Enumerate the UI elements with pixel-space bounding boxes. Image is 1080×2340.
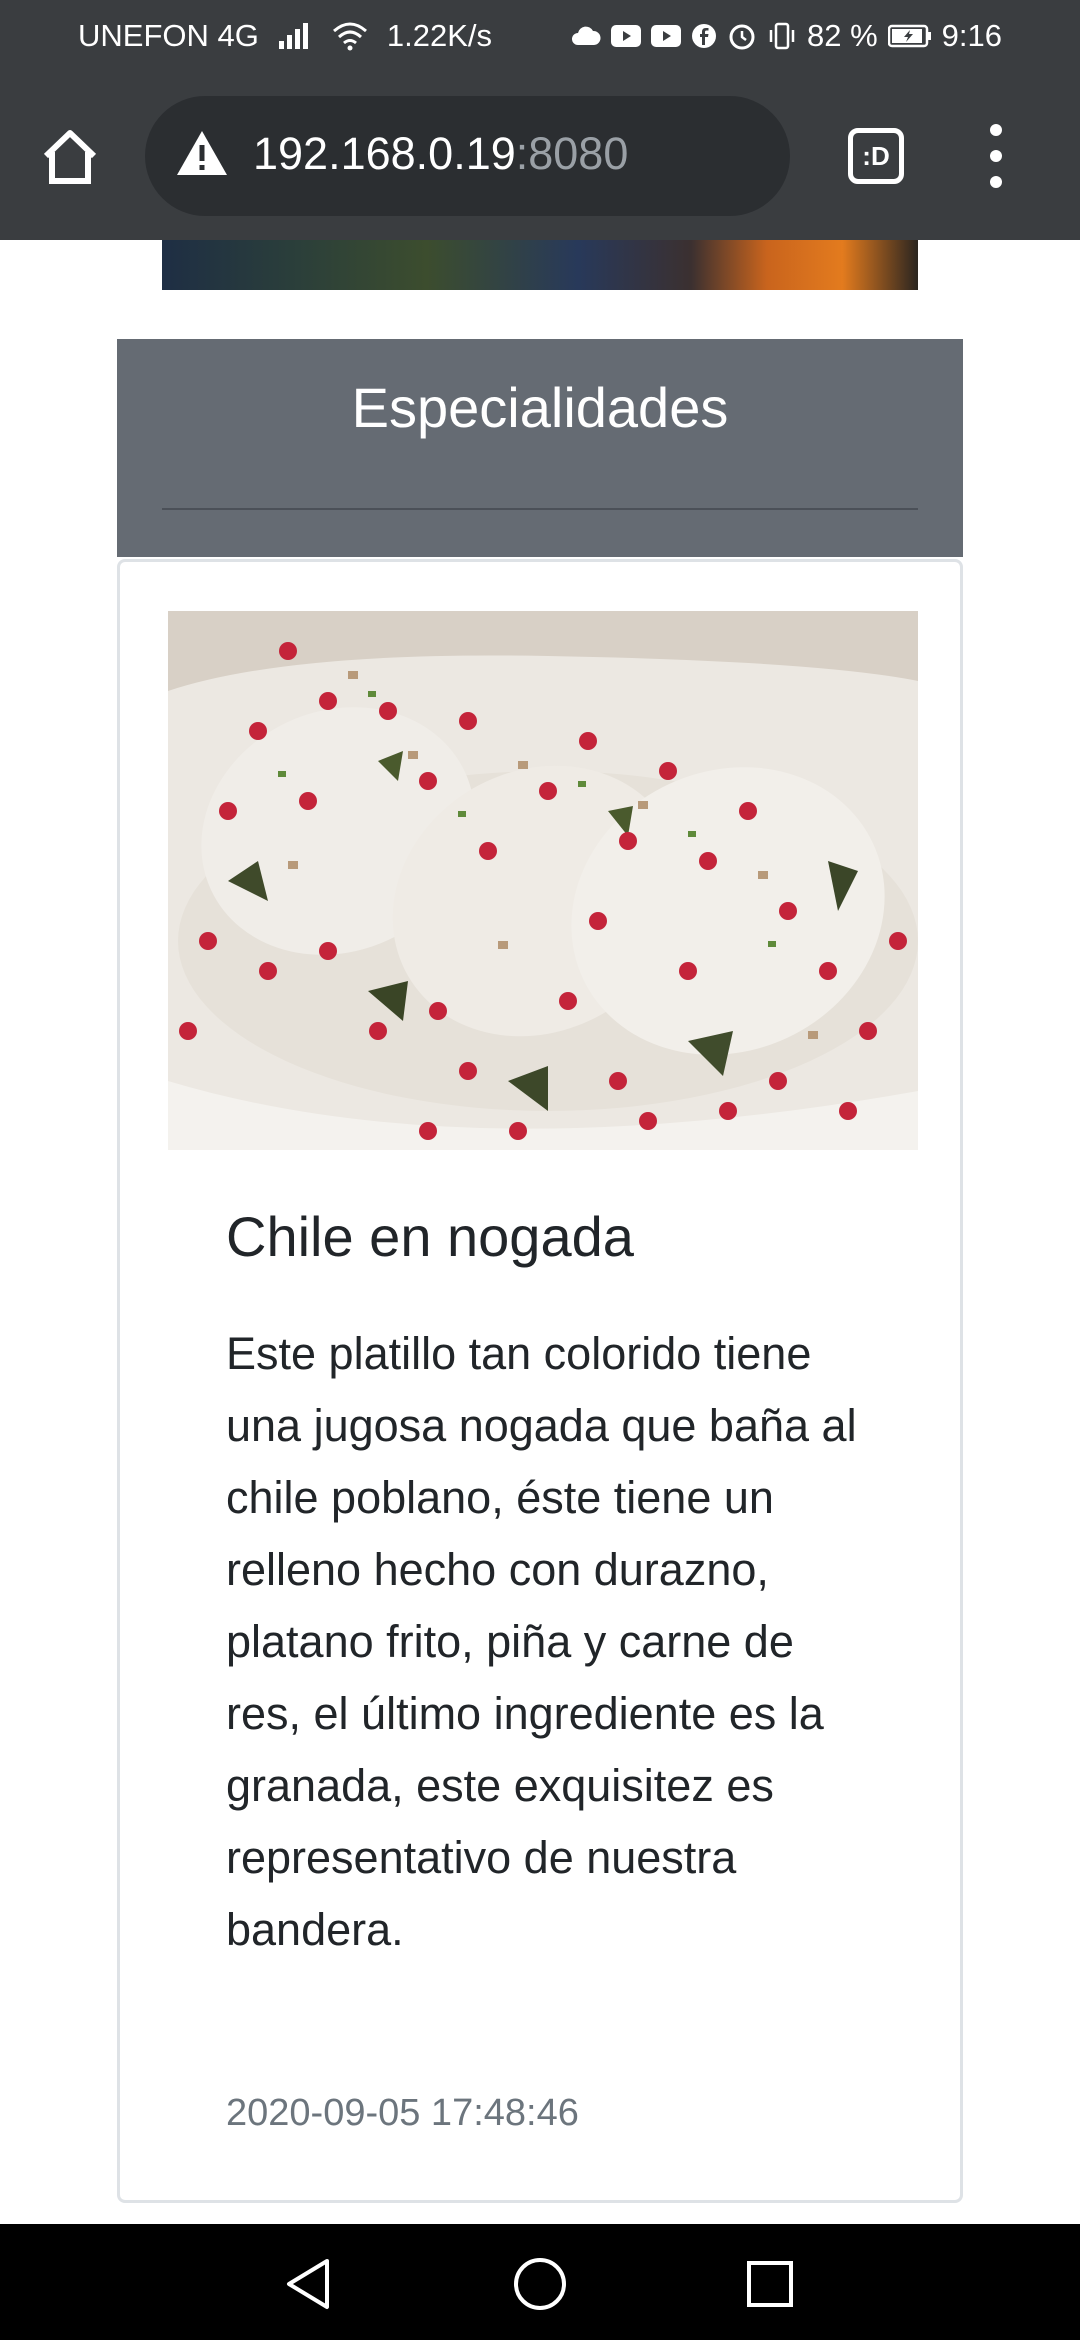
menu-dot [990, 124, 1002, 136]
recents-button[interactable] [740, 2254, 800, 2314]
wifi-icon [331, 21, 369, 51]
facebook-icon [691, 23, 717, 49]
dish-date: 2020-09-05 17:48:46 [226, 2092, 579, 2134]
tabs-button[interactable]: :D [848, 128, 904, 184]
youtube-icon [650, 25, 681, 47]
net-speed: 1.22K/s [386, 18, 492, 53]
home-button[interactable] [30, 122, 110, 192]
alarm-icon [727, 21, 757, 51]
carrier-label: UNEFON 4G [78, 18, 259, 53]
previous-image [162, 240, 918, 290]
cloud-icon [571, 25, 601, 47]
menu-dot [990, 176, 1002, 188]
overflow-menu-button[interactable] [976, 124, 1016, 188]
navigation-bar [0, 2224, 1080, 2340]
square-recents-icon [747, 2261, 793, 2307]
signal-icon [277, 21, 313, 51]
browser-toolbar: 192.168.0.19:8080 :D [0, 72, 1080, 240]
status-left: UNEFON 4G 1.22K/s [78, 18, 492, 54]
status-bar: UNEFON 4G 1.22K/s 82 % 9:16 [0, 0, 1080, 72]
url-port: :8080 [515, 128, 629, 179]
circle-home-icon [514, 2258, 566, 2310]
dish-description: Este platillo tan colorido tiene una jug… [226, 1328, 857, 1955]
dish-card: Chile en nogada Este platillo tan colori… [117, 559, 963, 2203]
battery-percent: 82 % [806, 18, 878, 53]
home-icon [43, 130, 97, 184]
battery-icon [887, 24, 932, 48]
youtube-icon [610, 25, 641, 47]
home-nav-button[interactable] [510, 2254, 570, 2314]
clock: 9:16 [941, 18, 1002, 53]
dish-image [168, 611, 918, 1150]
tabs-label: :D [862, 140, 890, 171]
status-right: 82 % 9:16 [571, 18, 1002, 54]
address-bar[interactable]: 192.168.0.19:8080 [145, 96, 790, 216]
dish-title: Chile en nogada [226, 1205, 634, 1268]
back-button[interactable] [278, 2254, 338, 2314]
url-text[interactable]: 192.168.0.19:8080 [253, 128, 628, 180]
warning-icon[interactable] [175, 129, 229, 182]
menu-dot [990, 150, 1002, 162]
section-title: Especialidades [351, 376, 729, 439]
divider [162, 508, 918, 510]
vibrate-icon [767, 21, 797, 51]
section-header: Especialidades [117, 339, 963, 557]
url-host: 192.168.0.19 [253, 128, 516, 179]
back-icon [287, 2259, 329, 2309]
